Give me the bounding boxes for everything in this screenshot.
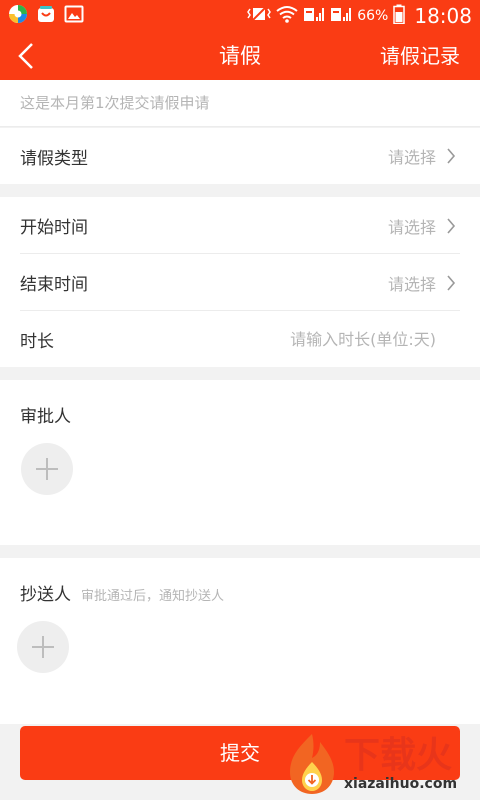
flame-logo-icon — [280, 732, 344, 796]
add-cc-button[interactable] — [17, 621, 69, 673]
leave-count-notice: 这是本月第1次提交请假申请 — [0, 80, 480, 127]
end-time-value: 请选择 — [387, 274, 436, 294]
vibrate-mute-icon — [247, 5, 272, 27]
duration-label: 时长 — [20, 331, 54, 352]
leave-type-row[interactable]: 请假类型 请选择 — [0, 128, 480, 184]
time-card: 开始时间 请选择 结束时间 请选择 时长 — [0, 197, 480, 367]
leave-type-card: 请假类型 请选择 — [0, 128, 480, 184]
sim2-signal-icon — [330, 5, 352, 27]
battery-percent: 66% — [357, 8, 389, 24]
watermark: 下载火 xiazaihuo.com — [280, 728, 480, 800]
end-time-label: 结束时间 — [20, 275, 88, 295]
back-arrow-icon — [18, 43, 33, 69]
cc-label: 抄送人 — [20, 585, 71, 605]
duration-input[interactable] — [260, 329, 460, 349]
status-bar: 66% 18:08 — [0, 0, 480, 32]
sim1-signal-icon — [303, 5, 325, 27]
leave-type-value: 请选择 — [387, 148, 436, 167]
watermark-domain: xiazaihuo.com — [344, 776, 458, 792]
cc-hint: 审批通过后，通知抄送人 — [81, 589, 225, 604]
back-button[interactable] — [10, 40, 42, 72]
watermark-text: 下载火 xiazaihuo.com — [344, 735, 458, 793]
image-notification-icon — [64, 4, 84, 28]
chevron-right-icon — [446, 148, 460, 164]
status-bar-notifications — [8, 4, 84, 28]
app-notification-icon — [8, 4, 28, 28]
watermark-brand: 下载火 — [344, 735, 453, 776]
end-time-row[interactable]: 结束时间 请选择 — [0, 254, 480, 311]
cc-card: 抄送人 审批通过后，通知抄送人 — [0, 558, 480, 724]
plus-icon — [32, 636, 54, 658]
plus-icon — [36, 458, 58, 480]
start-time-label: 开始时间 — [20, 218, 88, 238]
leave-type-label: 请假类型 — [20, 148, 88, 169]
clock: 18:08 — [414, 4, 472, 28]
add-approver-button[interactable] — [21, 443, 73, 495]
approver-label: 审批人 — [20, 407, 71, 427]
cc-header: 抄送人 审批通过后，通知抄送人 — [20, 580, 224, 605]
start-time-row[interactable]: 开始时间 请选择 — [0, 197, 480, 254]
chevron-right-icon — [446, 274, 460, 291]
status-bar-system: 66% 18:08 — [247, 4, 472, 28]
nav-bar: 请假 请假记录 — [0, 32, 480, 80]
leave-records-button[interactable]: 请假记录 — [380, 32, 460, 80]
shopping-bag-icon — [36, 4, 56, 28]
chevron-right-icon — [446, 217, 460, 234]
duration-row: 时长 — [0, 311, 480, 367]
start-time-value: 请选择 — [387, 217, 436, 237]
approver-card: 审批人 — [0, 380, 480, 545]
battery-icon — [393, 4, 406, 28]
wifi-icon — [276, 5, 298, 27]
